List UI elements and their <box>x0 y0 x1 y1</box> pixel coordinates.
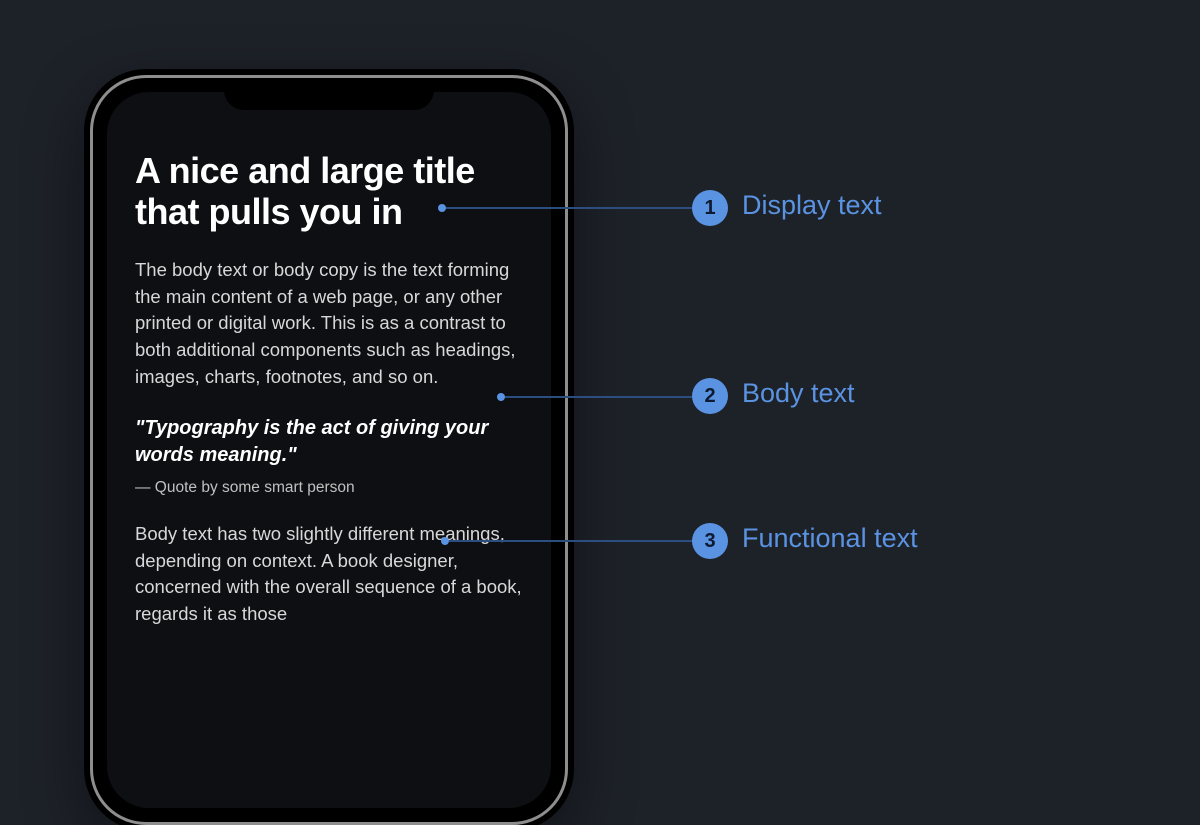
quote-text: "Typography is the act of giving your wo… <box>135 415 523 469</box>
annotation-line-1 <box>446 207 692 209</box>
annotation-line-2 <box>505 396 692 398</box>
annotation-badge-3: 3 <box>692 523 728 559</box>
annotation-label-3: Functional text <box>742 523 918 554</box>
body-paragraph-2: Body text has two slightly different mea… <box>135 521 523 628</box>
annotation-number-3: 3 <box>704 530 715 553</box>
annotation-dot-1 <box>438 204 446 212</box>
annotation-dot-3 <box>441 537 449 545</box>
annotation-label-2: Body text <box>742 378 855 409</box>
annotation-line-3 <box>449 540 692 542</box>
phone-frame: A nice and large title that pulls you in… <box>90 75 568 825</box>
annotation-label-1: Display text <box>742 190 882 221</box>
annotation-number-2: 2 <box>704 385 715 408</box>
annotation-number-1: 1 <box>704 197 715 220</box>
phone-notch <box>224 78 434 110</box>
display-title: A nice and large title that pulls you in <box>135 150 523 233</box>
annotation-badge-2: 2 <box>692 378 728 414</box>
quote-attribution: — Quote by some smart person <box>135 479 523 497</box>
annotation-badge-1: 1 <box>692 190 728 226</box>
phone-screen: A nice and large title that pulls you in… <box>107 92 551 808</box>
body-paragraph-1: The body text or body copy is the text f… <box>135 257 523 391</box>
annotation-dot-2 <box>497 393 505 401</box>
